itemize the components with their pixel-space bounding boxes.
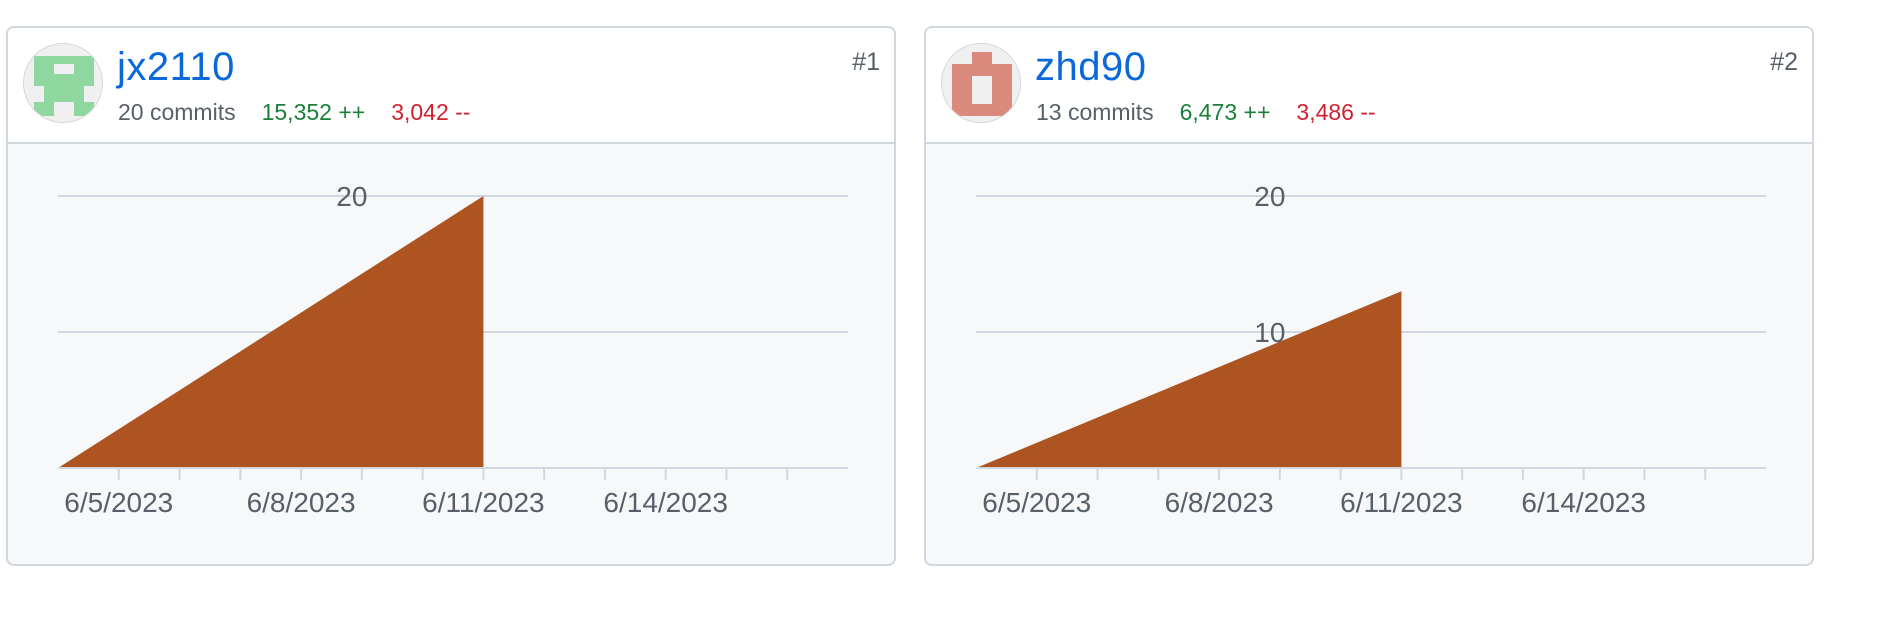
username-link[interactable]: jx2110	[117, 44, 235, 90]
username-link[interactable]: zhd90	[1035, 44, 1146, 90]
contributor-card: jx2110 20 commits15,352 ++3,042 -- #1 10…	[6, 26, 896, 566]
deletions-count: 3,486 --	[1296, 99, 1376, 125]
contribution-chart: 10206/5/20236/8/20236/11/20236/14/2023	[976, 181, 1766, 518]
y-tick-label: 20	[1254, 181, 1285, 212]
rank-badge: #1	[852, 48, 880, 76]
card-header: zhd90 13 commits 6,473 ++ 3,486 -- #2	[926, 28, 1812, 144]
area-series	[976, 291, 1402, 468]
x-tick-label: 6/5/2023	[64, 487, 173, 518]
x-tick-label: 6/14/2023	[1521, 487, 1646, 518]
deletions-count: 3,042 --	[391, 99, 471, 125]
additions-count: 6,473 ++	[1179, 99, 1271, 125]
avatar[interactable]	[941, 43, 1021, 123]
y-tick-label: 20	[336, 181, 367, 212]
contributor-stats: 13 commits 6,473 ++ 3,486 --	[1036, 98, 1402, 126]
commit-count[interactable]: 13 commits	[1036, 99, 1154, 125]
x-tick-label: 6/8/2023	[1165, 487, 1274, 518]
x-tick-label: 6/11/2023	[1340, 487, 1463, 518]
contributor-card: zhd90 13 commits 6,473 ++ 3,486 -- #2 10 20…	[924, 26, 1814, 566]
avatar[interactable]	[23, 43, 103, 123]
identicon-green-icon	[24, 44, 102, 122]
contribution-chart: 10206/5/20236/8/20236/11/20236/14/2023	[58, 181, 848, 518]
x-tick-label: 6/8/2023	[247, 487, 356, 518]
identicon-red-icon	[942, 44, 1020, 122]
contributor-stats: 20 commits 15,352 ++ 3,042 --	[118, 98, 496, 126]
commit-count[interactable]: 20 commits	[118, 99, 236, 125]
x-tick-label: 6/11/2023	[422, 487, 545, 518]
x-tick-label: 6/14/2023	[603, 487, 728, 518]
x-tick-label: 6/5/2023	[982, 487, 1091, 518]
rank-badge: #2	[1770, 48, 1798, 76]
card-header: jx2110 20 commits 15,352 ++ 3,042 -- #1	[8, 28, 894, 144]
additions-count: 15,352 ++	[261, 99, 366, 125]
